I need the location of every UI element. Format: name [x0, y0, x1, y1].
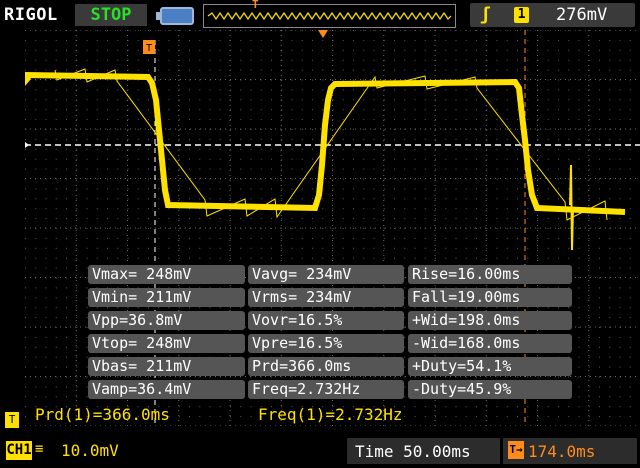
meas-vmin: Vmin= 211mV — [88, 288, 245, 307]
memory-depth-bar[interactable] — [203, 4, 456, 28]
frequency-counter: Freq(1)=2.732Hz — [258, 405, 403, 424]
meas-vpre: Vpre=16.5% — [248, 334, 404, 353]
meas-vovr: Vovr=16.5% — [248, 311, 404, 330]
meas-vamp: Vamp=36.4mV — [88, 380, 245, 399]
meas-vavg: Vavg= 234mV — [248, 265, 404, 284]
meas-vtop: Vtop= 248mV — [88, 334, 245, 353]
meas-vmax: Vmax= 248mV — [88, 265, 245, 284]
trigger-channel-badge: 1 — [514, 7, 529, 23]
svg-text:T: T — [146, 43, 152, 54]
rising-edge-icon: ʃ — [480, 4, 491, 25]
brand-logo: RIGOL — [4, 5, 58, 25]
meas-pos-duty: +Duty=54.1% — [408, 357, 572, 376]
channel-1-badge[interactable]: CH1 — [6, 441, 32, 460]
memory-waveform-preview — [207, 11, 452, 21]
trigger-offset-icon: T→ — [508, 441, 524, 459]
trigger-level: 276mV — [556, 5, 608, 25]
meas-vbas: Vbas= 211mV — [88, 357, 245, 376]
meas-rise: Rise=16.00ms — [408, 265, 572, 284]
meas-neg-duty: -Duty=45.9% — [408, 380, 572, 399]
meas-neg-width: -Wid=168.0ms — [408, 334, 572, 353]
channel-1-scale[interactable]: 10.0mV — [61, 441, 119, 460]
trigger-marker-icon: T — [5, 412, 19, 428]
measurement-panel: Vmax= 248mV Vavg= 234mV Rise=16.00ms Vmi… — [88, 265, 573, 399]
dc-coupling-icon: ≡ — [35, 441, 44, 457]
meas-vrms: Vrms= 234mV — [248, 288, 404, 307]
meas-period: Prd=366.0ms — [248, 357, 404, 376]
trigger-panel[interactable] — [470, 3, 635, 27]
period-counter: Prd(1)=366.0ms — [35, 405, 170, 424]
timebase-value: Time 50.00ms — [355, 442, 471, 461]
battery-icon — [156, 7, 194, 25]
meas-fall: Fall=19.00ms — [408, 288, 572, 307]
meas-vpp: Vpp=36.8mV — [88, 311, 245, 330]
trigger-position-marker-icon: T — [252, 0, 259, 11]
run-stop-status[interactable]: STOP — [75, 4, 147, 26]
meas-freq: Freq=2.732Hz — [248, 380, 404, 399]
meas-pos-width: +Wid=198.0ms — [408, 311, 572, 330]
trigger-offset-value: 174.0ms — [528, 442, 596, 461]
